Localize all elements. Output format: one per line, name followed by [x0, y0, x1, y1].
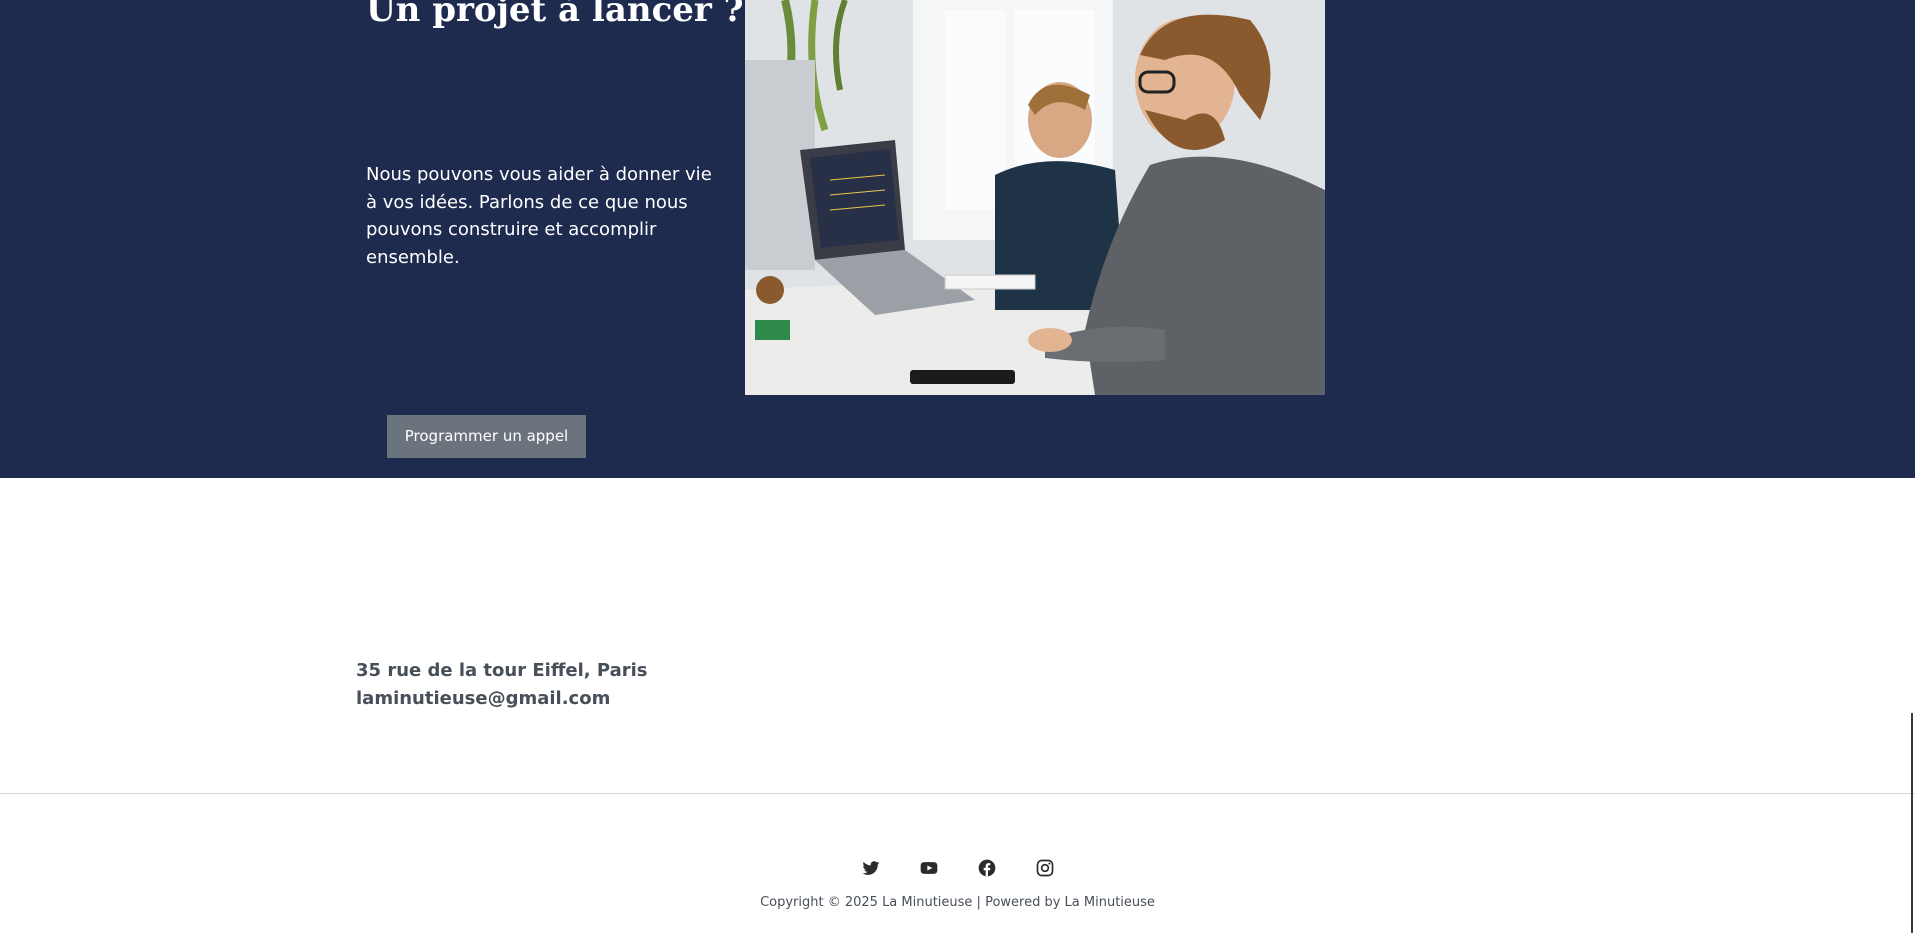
contact-info: 35 rue de la tour Eiffel, Paris laminuti… — [356, 657, 648, 713]
section-title: Un projet à lancer ? — [366, 0, 744, 30]
office-workers-photo — [745, 0, 1325, 395]
youtube-icon — [920, 862, 937, 874]
email-link[interactable]: laminutieuse@gmail.com — [356, 685, 648, 713]
instagram-icon — [1036, 859, 1053, 877]
youtube-link[interactable] — [919, 858, 939, 878]
footer-divider — [0, 793, 1915, 794]
cta-section: Un projet à lancer ? Nous pouvons vous a… — [0, 0, 1915, 478]
instagram-link[interactable] — [1035, 858, 1055, 878]
copyright-text: Copyright © 2025 La Minutieuse | Powered… — [760, 895, 1155, 910]
schedule-call-button[interactable]: Programmer un appel — [387, 415, 586, 458]
social-links — [0, 858, 1915, 880]
twitter-link[interactable] — [861, 858, 881, 878]
facebook-link[interactable] — [977, 858, 997, 878]
section-description: Nous pouvons vous aider à donner vie à v… — [366, 164, 712, 268]
twitter-icon — [862, 861, 879, 875]
facebook-icon — [978, 859, 995, 877]
address-text: 35 rue de la tour Eiffel, Paris — [356, 660, 648, 681]
